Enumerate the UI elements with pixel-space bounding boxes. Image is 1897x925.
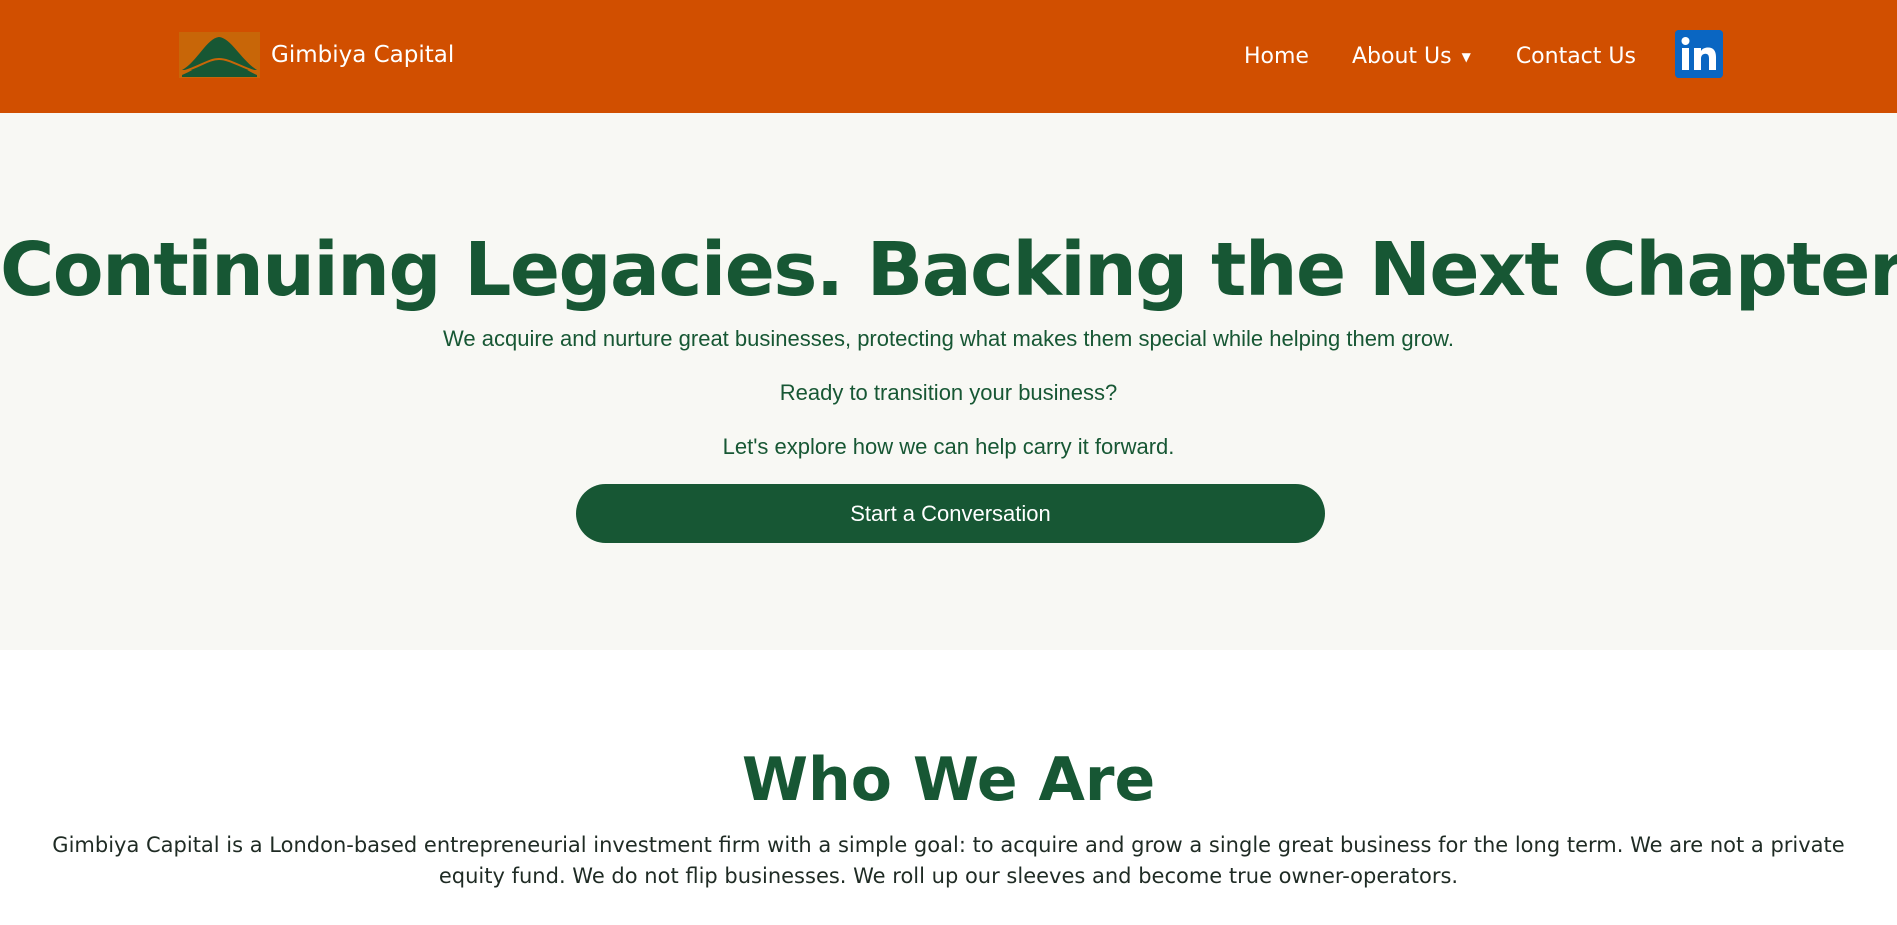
brand-name: Gimbiya Capital — [271, 42, 455, 68]
brand-link[interactable]: Gimbiya Capital — [179, 32, 454, 78]
nav-home-link[interactable]: Home — [1244, 44, 1309, 69]
hero-explore-text: Let's explore how we can help carry it f… — [722, 434, 1175, 459]
nav-about-label: About Us — [1351, 44, 1452, 69]
caret-down-icon: ▼ — [1461, 49, 1471, 64]
nav-contact-link[interactable]: Contact Us — [1516, 44, 1636, 69]
main-nav: Home About Us ▼ Contact Us — [1244, 0, 1636, 113]
who-we-are-title: Who We Are — [741, 745, 1156, 815]
hero-section: Continuing Legacies. Backing the Next Ch… — [0, 113, 1897, 650]
hero-title: Continuing Legacies. Backing the Next Ch… — [0, 227, 1897, 313]
hero-ready-text: Ready to transition your business? — [779, 380, 1118, 405]
nav-about-dropdown[interactable]: About Us ▼ — [1352, 44, 1471, 69]
hero-tagline: We acquire and nurture great businesses,… — [443, 326, 1454, 351]
linkedin-icon[interactable] — [1675, 30, 1723, 78]
mountain-logo-icon — [179, 32, 260, 78]
who-we-are-text: Gimbiya Capital is a London-based entrep… — [52, 833, 1845, 888]
site-header: Gimbiya Capital Home About Us ▼ Contact … — [0, 0, 1897, 113]
start-conversation-button[interactable]: Start a Conversation — [576, 484, 1325, 543]
